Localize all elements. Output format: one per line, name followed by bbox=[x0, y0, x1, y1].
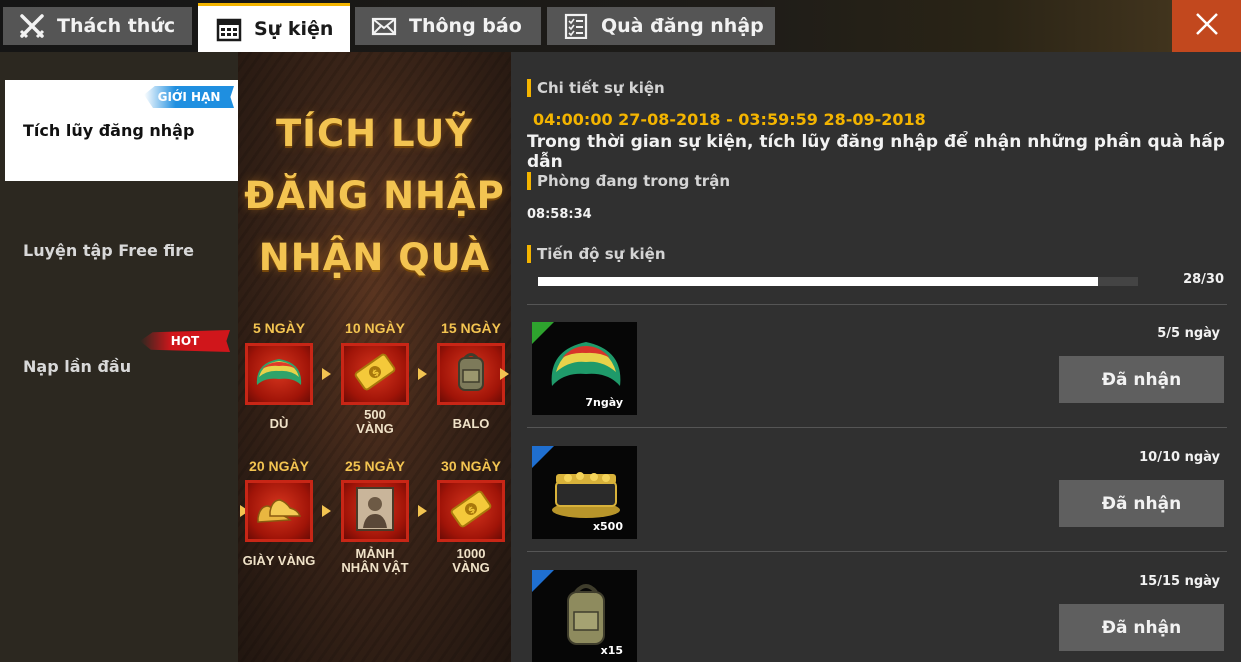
tab-login-gifts[interactable]: Quà đăng nhập bbox=[547, 7, 775, 45]
reward-days: 15/15 ngày bbox=[1139, 574, 1220, 589]
tab-events[interactable]: Sự kiện bbox=[198, 3, 350, 52]
claimed-button[interactable]: Đã nhận bbox=[1059, 604, 1224, 651]
reward-thumbnail: x15 bbox=[532, 570, 637, 662]
reward-name: 1000 VÀNG bbox=[452, 546, 490, 575]
banner-title-line: TÍCH LUỸ bbox=[275, 112, 474, 155]
gold-ticket-icon: $ bbox=[449, 487, 493, 535]
hot-badge: HOT bbox=[140, 330, 230, 352]
reward-slot: $ bbox=[341, 343, 409, 405]
sidebar-item-first-topup[interactable]: HOT Nạp lần đầu bbox=[5, 316, 238, 417]
reward-days: 5/5 ngày bbox=[1157, 326, 1220, 341]
progress-fill bbox=[538, 277, 1098, 286]
reward-day-label: 15 NGÀY bbox=[441, 320, 501, 336]
sidebar-item-label: Tích lũy đăng nhập bbox=[23, 121, 195, 140]
banner-title-line: NHẬN QUÀ bbox=[258, 236, 491, 279]
section-accent-bar bbox=[527, 79, 531, 97]
envelope-icon bbox=[371, 13, 397, 39]
reward-day-label: 20 NGÀY bbox=[249, 458, 309, 474]
event-banner: TÍCH LUỸ ĐĂNG NHẬP NHẬN QUÀ 5 NGÀY 10 NG… bbox=[238, 52, 511, 662]
section-title: Phòng đang trong trận bbox=[537, 172, 730, 190]
room-timer: 08:58:34 bbox=[527, 207, 592, 222]
claimed-button[interactable]: Đã nhận bbox=[1059, 356, 1224, 403]
event-detail-panel: Chi tiết sự kiện 04:00:00 27-08-2018 - 0… bbox=[511, 52, 1241, 662]
event-progress-bar bbox=[538, 277, 1138, 286]
top-bar: Thách thức Sự kiện Thông báo Quà đăng nh… bbox=[0, 0, 1241, 52]
reward-days: 10/10 ngày bbox=[1139, 450, 1220, 465]
tab-label: Thách thức bbox=[57, 15, 176, 37]
gold-chest-icon bbox=[548, 464, 624, 524]
reward-name: DÙ bbox=[269, 416, 289, 431]
reward-row: x500 10/10 ngày Đã nhận bbox=[511, 428, 1241, 551]
badge-label: HOT bbox=[170, 334, 200, 348]
section-accent-bar bbox=[527, 245, 531, 263]
section-header-progress: Tiến độ sự kiện bbox=[527, 245, 666, 263]
backpack-icon bbox=[562, 580, 610, 654]
reward-slot bbox=[341, 480, 409, 542]
arrow-icon bbox=[418, 368, 427, 380]
tab-challenge[interactable]: Thách thức bbox=[3, 7, 192, 45]
arrow-icon bbox=[500, 368, 509, 380]
reward-name: MẢNH NHÂN VẬT bbox=[341, 546, 409, 575]
reward-row: 7ngày 5/5 ngày Đã nhận bbox=[511, 304, 1241, 427]
tab-notifications[interactable]: Thông báo bbox=[355, 7, 541, 45]
backpack-icon bbox=[453, 350, 489, 398]
reward-row: x15 15/15 ngày Đã nhận bbox=[511, 552, 1241, 662]
checklist-icon bbox=[563, 13, 589, 39]
arrow-icon bbox=[418, 505, 427, 517]
sidebar-item-freefire-training[interactable]: Luyện tập Free fire bbox=[5, 200, 238, 301]
reward-quantity: x500 bbox=[592, 520, 623, 533]
limited-badge: GIỚI HẠN bbox=[144, 86, 234, 108]
event-window: Thách thức Sự kiện Thông báo Quà đăng nh… bbox=[0, 0, 1241, 662]
event-sidebar: GIỚI HẠN Tích lũy đăng nhập Luyện tập Fr… bbox=[0, 52, 238, 662]
reward-quantity: x15 bbox=[600, 644, 623, 657]
parachute-icon bbox=[546, 336, 626, 396]
section-title: Tiến độ sự kiện bbox=[537, 245, 666, 263]
section-header-room: Phòng đang trong trận bbox=[527, 172, 730, 190]
sidebar-item-label: Nạp lần đầu bbox=[23, 357, 132, 376]
reward-day-label: 10 NGÀY bbox=[345, 320, 405, 336]
reward-name: 500 VÀNG bbox=[356, 407, 394, 436]
tab-label: Quà đăng nhập bbox=[601, 15, 764, 37]
gold-ticket-icon: $ bbox=[353, 350, 397, 398]
sidebar-item-login-accumulation[interactable]: GIỚI HẠN Tích lũy đăng nhập bbox=[5, 80, 238, 181]
section-accent-bar bbox=[527, 172, 531, 190]
reward-name: GIÀY VÀNG bbox=[242, 553, 316, 568]
claimed-button[interactable]: Đã nhận bbox=[1059, 480, 1224, 527]
calendar-icon bbox=[216, 16, 242, 42]
reward-day-label: 5 NGÀY bbox=[252, 320, 306, 336]
reward-day-label: 30 NGÀY bbox=[441, 458, 501, 474]
arrow-icon bbox=[322, 368, 331, 380]
section-header-details: Chi tiết sự kiện bbox=[527, 79, 665, 97]
reward-thumbnail: 7ngày bbox=[532, 322, 637, 415]
parachute-icon bbox=[253, 355, 305, 393]
reward-slot bbox=[245, 480, 313, 542]
banner-title-line: ĐĂNG NHẬP bbox=[244, 174, 505, 217]
progress-count: 28/30 bbox=[1183, 272, 1224, 287]
reward-name: BALO bbox=[452, 416, 490, 431]
close-button[interactable] bbox=[1172, 0, 1241, 52]
tab-label: Thông báo bbox=[409, 15, 522, 37]
arrow-icon bbox=[322, 505, 331, 517]
badge-label: GIỚI HẠN bbox=[157, 90, 221, 104]
golden-shoes-icon bbox=[254, 492, 304, 530]
reward-slot bbox=[245, 343, 313, 405]
tab-label: Sự kiện bbox=[254, 18, 334, 40]
reward-slot bbox=[437, 343, 505, 405]
reward-thumbnail: x500 bbox=[532, 446, 637, 539]
reward-day-label: 25 NGÀY bbox=[345, 458, 405, 474]
crossed-swords-icon bbox=[19, 13, 45, 39]
sidebar-item-label: Luyện tập Free fire bbox=[23, 241, 194, 260]
event-date-range: 04:00:00 27-08-2018 - 03:59:59 28-09-201… bbox=[533, 110, 926, 129]
rarity-corner bbox=[532, 570, 554, 592]
reward-quantity: 7ngày bbox=[585, 396, 623, 409]
section-title: Chi tiết sự kiện bbox=[537, 79, 665, 97]
character-portrait-icon bbox=[355, 486, 395, 536]
event-description: Trong thời gian sự kiện, tích lũy đăng n… bbox=[527, 132, 1225, 172]
close-icon bbox=[1194, 11, 1220, 41]
reward-slot: $ bbox=[437, 480, 505, 542]
